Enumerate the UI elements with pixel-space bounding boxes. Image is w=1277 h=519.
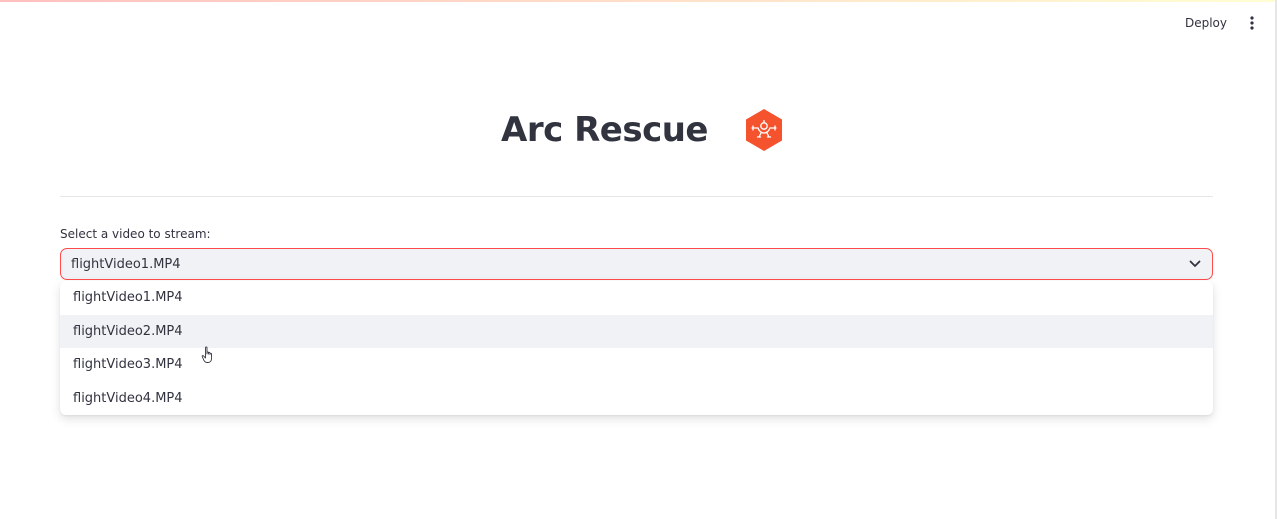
- drone-hexagon-logo: [745, 109, 782, 151]
- deploy-button[interactable]: Deploy: [1177, 12, 1235, 34]
- chevron-down-icon: [1188, 257, 1202, 271]
- title-row: Arc Rescue: [0, 108, 1277, 152]
- option-flightvideo4[interactable]: flightVideo4.MP4: [60, 382, 1213, 416]
- option-flightvideo1[interactable]: flightVideo1.MP4: [60, 281, 1213, 315]
- option-flightvideo2[interactable]: flightVideo2.MP4: [60, 314, 1213, 348]
- section-divider: [60, 196, 1213, 197]
- app-root: Deploy Arc Rescue Select a video to stre…: [0, 0, 1277, 519]
- header-toolbar: Deploy: [1177, 12, 1263, 34]
- main-menu-button[interactable]: [1241, 12, 1263, 34]
- video-select[interactable]: flightVideo1.MP4: [60, 248, 1213, 280]
- page-title: Arc Rescue: [501, 110, 708, 150]
- option-flightvideo3[interactable]: flightVideo3.MP4: [60, 348, 1213, 382]
- vertical-dots-icon: [1250, 16, 1254, 30]
- top-decoration-bar: [0, 0, 1277, 2]
- video-select-value: flightVideo1.MP4: [71, 256, 181, 272]
- video-select-dropdown: flightVideo1.MP4 flightVideo2.MP4 flight…: [60, 281, 1213, 415]
- hand-cursor-icon: [201, 346, 212, 363]
- video-select-label: Select a video to stream:: [60, 227, 211, 241]
